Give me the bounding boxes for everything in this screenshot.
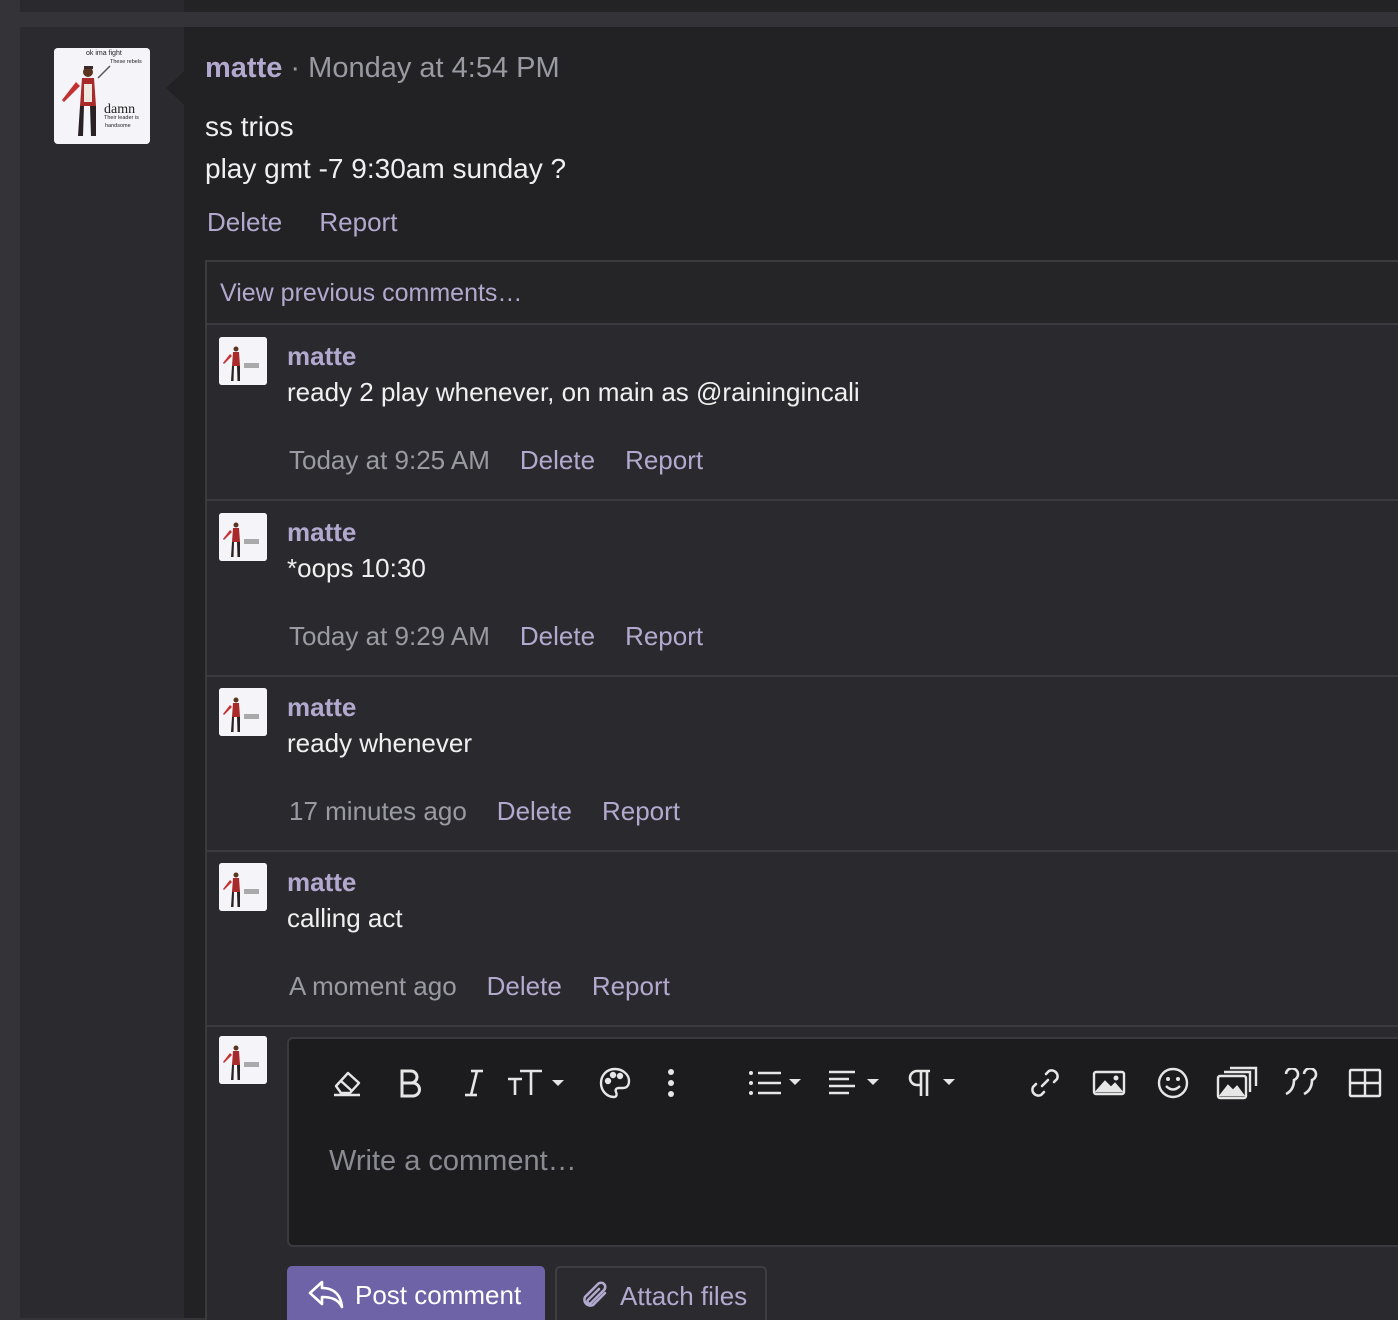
comment-time[interactable]: 17 minutes ago (289, 796, 467, 826)
status-post: ok ima fight These rebels damn Their lea… (20, 27, 1398, 1320)
media-gallery-icon[interactable] (1215, 1063, 1259, 1103)
comment-meta: A moment ago Delete Report (289, 971, 700, 1002)
comment-author[interactable]: matte (287, 517, 356, 548)
author-avatar[interactable]: ok ima fight These rebels damn Their lea… (54, 48, 150, 144)
post-time[interactable]: Monday at 4:54 PM (308, 52, 559, 84)
avatar-column (20, 27, 184, 1318)
comment-author[interactable]: matte (287, 867, 356, 898)
attach-files-label: Attach files (620, 1281, 748, 1311)
comment-item: matte ready whenever 17 minutes ago Delet… (207, 676, 1398, 852)
view-previous-comments[interactable]: View previous comments… (207, 262, 1398, 325)
reply-icon (307, 1278, 345, 1317)
image-icon[interactable] (1087, 1063, 1131, 1103)
attach-files-button[interactable]: Attach files (555, 1266, 767, 1320)
post-report-link[interactable]: Report (319, 207, 397, 237)
previous-post-edge (20, 0, 1398, 12)
post-comment-label: Post comment (355, 1280, 522, 1310)
eraser-icon[interactable] (325, 1063, 369, 1103)
comment-author[interactable]: matte (287, 341, 356, 372)
comment-meta: Today at 9:29 AM Delete Report (289, 621, 733, 652)
link-icon[interactable] (1023, 1063, 1067, 1103)
table-icon[interactable] (1343, 1063, 1387, 1103)
svg-text:Their leader is: Their leader is (104, 115, 139, 121)
comment-text: ready 2 play whenever, on main as @raini… (287, 377, 860, 407)
comment-avatar[interactable] (219, 337, 267, 385)
header-separator: · (290, 52, 301, 84)
avatar-arrow (166, 71, 184, 105)
svg-text:handsome: handsome (105, 123, 131, 129)
comment-meta: 17 minutes ago Delete Report (289, 796, 710, 827)
comment-meta: Today at 9:25 AM Delete Report (289, 445, 733, 476)
paperclip-icon (579, 1279, 611, 1318)
comment-editor[interactable]: Write a comment… (287, 1037, 1398, 1247)
post-header: matte · Monday at 4:54 PM (205, 52, 560, 85)
align-icon[interactable] (825, 1063, 889, 1103)
comment-delete-link[interactable]: Delete (520, 445, 595, 475)
italic-icon[interactable] (452, 1063, 496, 1103)
comment-report-link[interactable]: Report (625, 621, 703, 651)
svg-text:These rebels: These rebels (110, 59, 142, 65)
comment-time[interactable]: A moment ago (289, 971, 457, 1001)
post-line: play gmt -7 9:30am sunday ? (205, 153, 567, 184)
palette-icon[interactable] (593, 1063, 637, 1103)
comment-text: ready whenever (287, 728, 472, 758)
comment-delete-link[interactable]: Delete (497, 796, 572, 826)
comment-item: matte calling act A moment ago Delete Repo… (207, 851, 1398, 1027)
reply-avatar (219, 1036, 267, 1084)
svg-text:ok ima fight: ok ima fight (86, 50, 122, 57)
text-size-icon[interactable] (505, 1063, 569, 1103)
post-line: ss trios (205, 111, 294, 142)
comment-report-link[interactable]: Report (592, 971, 670, 1001)
post-actions: Delete Report (207, 207, 427, 238)
quote-icon[interactable] (1279, 1063, 1323, 1103)
comment-avatar[interactable] (219, 863, 267, 911)
comment-text: *oops 10:30 (287, 553, 426, 583)
comment-report-link[interactable]: Report (602, 796, 680, 826)
comment-text: calling act (287, 903, 403, 933)
comment-delete-link[interactable]: Delete (487, 971, 562, 1001)
post-body: ss trios play gmt -7 9:30am sunday ? (205, 106, 566, 190)
comment-time[interactable]: Today at 9:29 AM (289, 621, 490, 651)
comment-item: matte *oops 10:30 Today at 9:29 AM Delete… (207, 501, 1398, 677)
editor-toolbar (289, 1039, 1398, 1119)
more-vertical-icon[interactable] (649, 1063, 693, 1103)
comment-avatar[interactable] (219, 513, 267, 561)
comment-time[interactable]: Today at 9:25 AM (289, 445, 490, 475)
comment-report-link[interactable]: Report (625, 445, 703, 475)
comment-delete-link[interactable]: Delete (520, 621, 595, 651)
reply-form: Write a comment… Post comment Attach fil… (207, 1024, 1398, 1320)
comment-item: matte ready 2 play whenever, on main as … (207, 325, 1398, 501)
paragraph-icon[interactable] (903, 1063, 967, 1103)
comment-avatar[interactable] (219, 688, 267, 736)
comments-section: View previous comments… matte ready 2 pl… (205, 260, 1398, 1320)
smiley-icon[interactable] (1151, 1063, 1195, 1103)
post-delete-link[interactable]: Delete (207, 207, 282, 237)
post-author[interactable]: matte (205, 52, 282, 84)
list-icon[interactable] (745, 1063, 809, 1103)
post-comment-button[interactable]: Post comment (287, 1266, 545, 1320)
view-previous-label[interactable]: View previous comments… (220, 279, 522, 308)
comment-author[interactable]: matte (287, 692, 356, 723)
comment-placeholder[interactable]: Write a comment… (329, 1145, 577, 1178)
bold-icon[interactable] (388, 1063, 432, 1103)
